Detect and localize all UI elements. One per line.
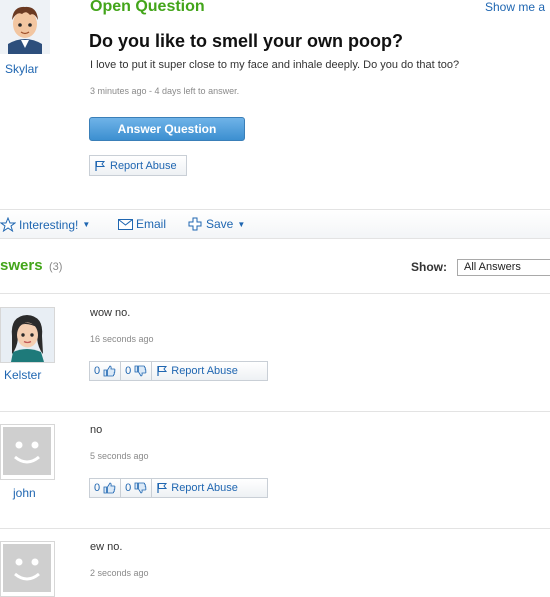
email-button[interactable]: Email [118,217,166,231]
question-report-abuse-button[interactable]: Report Abuse [89,155,187,176]
envelope-icon [118,218,133,230]
question-body: I love to put it super close to my face … [90,59,460,71]
interesting-button[interactable]: Interesting! ▼ [0,217,90,232]
plus-icon [188,217,202,231]
question-status: Open Question [90,0,205,15]
question-meta: 3 minutes ago - 4 days left to answer. [90,86,240,96]
show-filter-label: Show: [411,260,447,274]
answer-question-label: Answer Question [117,122,217,136]
chevron-down-icon: ▼ [237,219,246,229]
answer-avatar[interactable] [0,424,55,480]
answer-text: ew no. [90,541,123,553]
answer-time: 5 seconds ago [90,451,149,461]
answer-report-abuse-label: Report Abuse [171,365,238,377]
save-button[interactable]: Save ▼ [188,217,245,231]
answer-time: 16 seconds ago [90,334,154,344]
show-filter-select[interactable]: All Answers [457,259,550,276]
answers-heading: swers (3) [0,257,62,275]
answers-count: (3) [49,261,63,273]
thumbs-up-count: 0 [94,482,101,494]
email-label: Email [136,217,167,231]
answer-avatar-image [1,308,54,362]
answers-divider-2 [0,528,550,529]
question-report-abuse-label: Report Abuse [110,159,177,172]
thumbs-down-button[interactable]: 0 [121,479,153,497]
answer-text: wow no. [90,307,131,319]
save-label: Save [206,217,234,231]
chevron-down-icon: ▼ [82,220,91,229]
default-avatar-icon [3,544,51,592]
answer-report-abuse-label: Report Abuse [171,482,238,494]
answers-heading-label: swers [0,257,43,274]
answers-divider-0 [0,293,550,294]
default-avatar-icon [3,427,51,475]
thumbs-up-icon [103,482,116,494]
answer-time: 2 seconds ago [90,568,149,578]
show-me-link[interactable]: Show me a [485,0,545,14]
answer-vote-bar: 0 0 Report Abuse [89,478,268,498]
show-filter-value: All Answers [464,261,521,273]
flag-icon [157,366,168,376]
interesting-label: Interesting! [19,217,79,232]
thumbs-up-button[interactable]: 0 [90,362,122,380]
answer-author[interactable]: Kelster [4,368,41,382]
flag-icon [157,483,168,493]
answer-report-abuse-button[interactable]: Report Abuse [152,362,242,380]
asker-avatar[interactable] [0,0,50,54]
asker-name[interactable]: Skylar [5,62,38,76]
thumbs-down-button[interactable]: 0 [121,362,153,380]
thumbs-down-icon [134,365,147,377]
question-title: Do you like to smell your own poop? [89,31,404,51]
thumbs-up-button[interactable]: 0 [90,479,122,497]
answer-vote-bar: 0 0 Report Abuse [89,361,268,381]
thumbs-up-icon [103,365,116,377]
answer-author[interactable]: john [13,486,36,500]
thumbs-down-count: 0 [125,365,132,377]
thumbs-up-count: 0 [94,365,101,377]
flag-icon [95,160,106,171]
star-icon [0,217,16,232]
thumbs-down-icon [134,482,147,494]
answer-report-abuse-button[interactable]: Report Abuse [152,479,242,497]
action-bar-bottom-divider [0,238,550,239]
answer-text: no [90,424,103,436]
answer-avatar[interactable] [0,541,55,597]
answer-question-button[interactable]: Answer Question [89,117,245,141]
thumbs-down-count: 0 [125,482,132,494]
answers-divider-1 [0,411,550,412]
asker-avatar-image [0,0,50,54]
answer-avatar[interactable] [0,307,55,363]
